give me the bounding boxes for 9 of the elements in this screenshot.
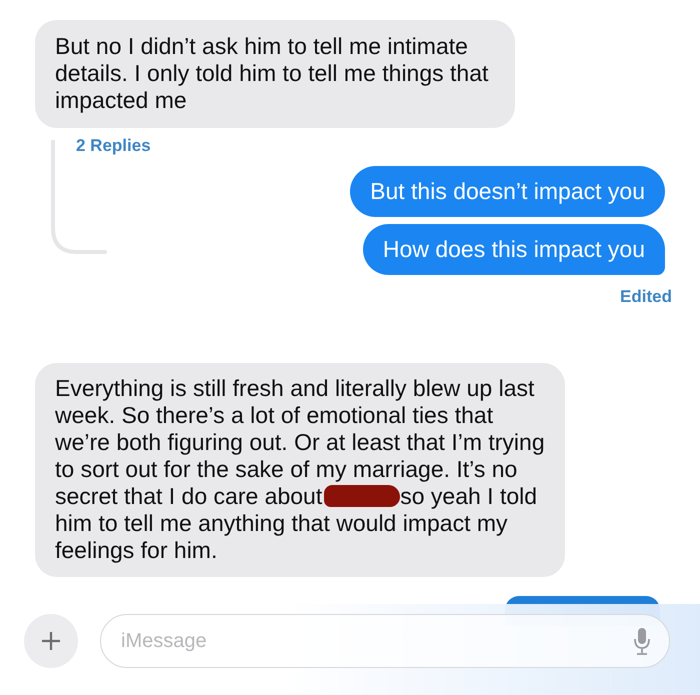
plus-icon [40,630,62,652]
message-bubble: Everything is still fresh and literally blew up last week. So there’s a lot of emotional ties that we’re both figuring out. Or at least that I’m trying to sort out for the sake of my marriage. It’s no secret that I do care about so yeah I told him to tell me anything that would impact my feelings for him. [35,363,565,577]
message-bubble: But this doesn’t impact you [350,166,665,217]
message-bubble: But no I didn’t ask him to tell me intimate details. I only told him to tell me things that impacted me [35,20,515,128]
message-bubble: How does this impact you [362,224,665,275]
message-field[interactable]: iMessage [100,614,670,668]
status-label: Edited [620,287,672,307]
microphone-icon[interactable] [634,627,650,655]
replies-link[interactable]: 2 Replies [76,136,151,156]
